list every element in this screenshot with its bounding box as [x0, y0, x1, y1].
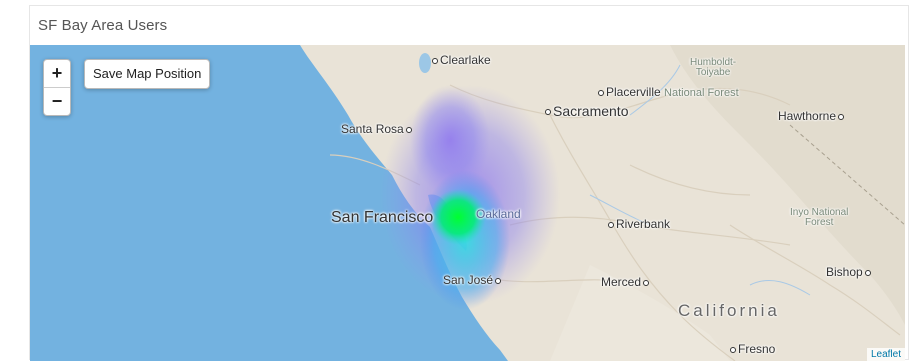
city-dot-icon: [432, 57, 438, 64]
place-california: California: [678, 301, 780, 320]
place-hawthorne: Hawthorne: [778, 109, 846, 123]
save-map-position-button[interactable]: Save Map Position: [84, 59, 211, 89]
city-dot-icon: [838, 113, 845, 120]
place-merced: Merced: [601, 275, 651, 289]
place-humboldt-forest: Humboldt- Toiyabe: [690, 57, 737, 78]
place-riverbank: Riverbank: [606, 217, 670, 231]
zoom-in-button[interactable]: +: [44, 60, 70, 87]
place-san-jose: San José: [443, 273, 503, 287]
place-san-francisco: San Francisco: [331, 209, 434, 226]
city-dot-icon: [598, 89, 604, 96]
city-dot-icon: [405, 126, 412, 133]
city-dot-icon: [730, 346, 736, 353]
place-inyo-forest: Inyo National Forest: [790, 207, 849, 228]
place-oakland: Oakland: [476, 207, 521, 221]
zoom-out-button[interactable]: −: [44, 87, 70, 115]
place-santa-rosa: Santa Rosa: [341, 122, 414, 136]
users-map-card: SF Bay Area Users Clearlake Humboldt- To…: [0, 0, 914, 361]
city-dot-icon: [608, 221, 614, 228]
place-sacramento: Sacramento: [543, 103, 628, 119]
city-dot-icon: [545, 109, 551, 116]
zoom-control: + −: [43, 59, 71, 116]
city-dot-icon: [643, 279, 650, 286]
heatmap-map[interactable]: Clearlake Humboldt- Toiyabe Placerville …: [30, 45, 905, 361]
leaflet-attribution-link[interactable]: Leaflet: [866, 348, 905, 361]
place-placerville: Placerville National Forest: [596, 85, 739, 99]
place-clearlake: Clearlake: [430, 53, 491, 67]
city-dot-icon: [495, 277, 502, 284]
card-title: SF Bay Area Users: [38, 17, 168, 34]
city-dot-icon: [864, 269, 871, 276]
place-bishop: Bishop: [826, 265, 873, 279]
place-fresno: Fresno: [728, 342, 775, 356]
